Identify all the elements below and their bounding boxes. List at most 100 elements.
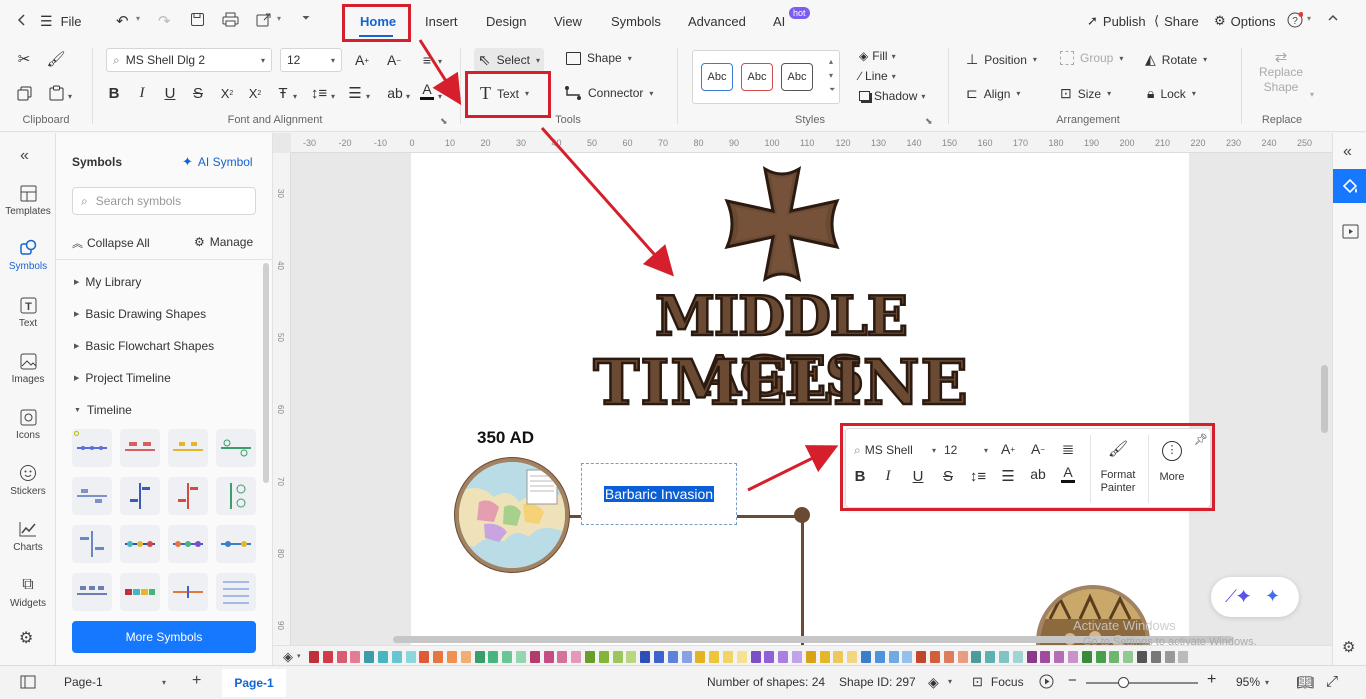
symbol-search-input[interactable]: ⌕ Search symbols [72, 187, 256, 215]
font-color-dropdown-icon[interactable]: ▾ [438, 92, 442, 101]
color-swatch[interactable] [447, 651, 457, 663]
shape-button[interactable]: Shape ▾ [566, 51, 632, 65]
line-spacing-icon[interactable]: ↕≡ [309, 83, 329, 103]
selected-text-box[interactable]: Barbaric Invasion [581, 463, 737, 525]
color-swatch[interactable] [805, 651, 816, 663]
color-swatch[interactable] [916, 651, 927, 663]
shadow-button[interactable]: Shadow ▾ [859, 89, 925, 103]
decrease-font-icon[interactable]: A − [384, 50, 404, 70]
color-swatch[interactable] [598, 651, 609, 663]
color-swatch[interactable] [1054, 651, 1065, 663]
rotate-button[interactable]: ◭ Rotate ▾ [1145, 51, 1207, 68]
bold-icon[interactable]: B [104, 83, 124, 103]
customize-quick-access-icon[interactable]: ⏷ [302, 13, 310, 24]
tab-symbols[interactable]: Symbols [611, 14, 661, 29]
lock-button[interactable]: 🔒︎ Lock ▾ [1147, 85, 1196, 102]
size-button[interactable]: ⊡ Size ▾ [1060, 85, 1111, 102]
panel-scrollbar[interactable] [263, 263, 269, 483]
year-label[interactable]: 350 AD [477, 428, 534, 448]
save-icon[interactable] [190, 12, 205, 27]
rail-widgets[interactable]: ⧉ Widgets [0, 575, 56, 609]
replace-shape-button[interactable]: ⇄ Replace Shape [1256, 50, 1306, 95]
font-color-icon[interactable]: A [417, 81, 437, 101]
share-button[interactable]: ⟨ Share [1154, 13, 1199, 29]
color-swatch[interactable] [350, 651, 361, 663]
increase-font-icon[interactable]: A + [352, 50, 372, 70]
collapse-panel-icon[interactable]: « [20, 147, 29, 165]
tab-advanced[interactable]: Advanced [688, 14, 746, 29]
color-swatch[interactable] [364, 651, 375, 663]
help-icon[interactable]: ? [1287, 12, 1303, 28]
timeline-shape-thumbnail[interactable] [120, 573, 160, 611]
library-basic-flowchart-shapes[interactable]: ▶ Basic Flowchart Shapes [74, 339, 214, 353]
color-swatch[interactable] [433, 651, 444, 663]
color-swatch[interactable] [474, 651, 485, 663]
page-tab[interactable]: Page-1 [222, 669, 286, 697]
color-swatch[interactable] [888, 651, 899, 663]
fill-dropdown-icon[interactable]: ▾ [297, 652, 301, 660]
color-swatch[interactable] [709, 651, 720, 663]
color-swatch[interactable] [557, 651, 568, 663]
rail-charts[interactable]: Charts [0, 519, 56, 553]
collapse-ribbon-icon[interactable] [1327, 12, 1339, 24]
tab-ai[interactable]: AI [773, 14, 785, 29]
color-swatch[interactable] [612, 651, 623, 663]
color-swatch[interactable] [654, 651, 664, 663]
redo-icon[interactable]: ↷ [158, 12, 171, 30]
vertical-scrollbar[interactable] [1321, 365, 1328, 433]
select-button[interactable]: ⇖ Select ▾ [474, 48, 544, 72]
manage-button[interactable]: ⚙ Manage [194, 235, 253, 249]
font-dialog-launcher-icon[interactable]: ⬊ [440, 116, 448, 127]
library-my-library[interactable]: ▶ My Library [74, 275, 141, 289]
paste-icon[interactable] [46, 83, 66, 103]
bullet-list-dropdown-icon[interactable]: ▾ [366, 92, 370, 101]
color-swatch[interactable] [488, 651, 499, 663]
color-swatch[interactable] [861, 651, 871, 663]
font-size-select[interactable]: 12 ▾ [280, 48, 342, 72]
underline-icon[interactable]: U [160, 83, 180, 103]
rail-templates[interactable]: Templates [0, 183, 56, 217]
undo-dropdown-icon[interactable]: ▾ [136, 14, 140, 23]
timeline-shape-thumbnail[interactable] [216, 573, 256, 611]
zoom-level-select[interactable]: 95% ▾ [1236, 675, 1269, 689]
replace-dropdown-icon[interactable]: ▾ [1310, 90, 1314, 99]
ai-symbol-button[interactable]: ✦ AI Symbol [182, 154, 253, 170]
styles-dialog-launcher-icon[interactable]: ⬊ [925, 116, 933, 127]
file-menu[interactable]: ☰ File [40, 13, 82, 30]
color-swatch[interactable] [943, 651, 954, 663]
timeline-shape-thumbnail[interactable] [72, 477, 112, 515]
timeline-shape-thumbnail[interactable] [72, 573, 112, 611]
zoom-out-icon[interactable]: − [1068, 672, 1077, 689]
timeline-shape-thumbnail[interactable] [168, 525, 208, 563]
options-button[interactable]: ⚙ Options [1214, 13, 1275, 29]
layers-icon[interactable]: ◈ [928, 674, 939, 691]
fill-button[interactable]: ◈ Fill ▾ [859, 49, 896, 63]
timeline-shape-thumbnail[interactable] [120, 525, 160, 563]
layers-dropdown-icon[interactable]: ▾ [948, 677, 952, 686]
position-button[interactable]: ⊥ Position ▾ [966, 51, 1037, 68]
color-swatch[interactable] [543, 651, 554, 663]
color-swatch[interactable] [833, 651, 844, 663]
play-icon[interactable] [1039, 674, 1054, 689]
color-swatch[interactable] [391, 651, 402, 663]
tab-design[interactable]: Design [486, 14, 526, 29]
color-swatch[interactable] [309, 651, 319, 663]
collapse-all-button[interactable]: ︽ Collapse All [72, 235, 150, 251]
color-swatch[interactable] [985, 651, 996, 663]
format-painter-icon[interactable]: 🖌 [46, 49, 66, 69]
color-swatch[interactable] [819, 651, 830, 663]
color-swatch[interactable] [764, 651, 775, 663]
color-swatch[interactable] [1109, 651, 1120, 663]
publish-button[interactable]: ➚ Publish [1087, 13, 1146, 29]
color-swatch[interactable] [336, 651, 347, 663]
export-icon[interactable] [256, 12, 272, 27]
zoom-in-icon[interactable]: + [1207, 671, 1216, 689]
library-project-timeline[interactable]: ▶ Project Timeline [74, 371, 171, 385]
timeline-shape-thumbnail[interactable] [120, 477, 160, 515]
color-swatch[interactable] [847, 651, 858, 663]
subscript-icon[interactable]: X2 [245, 83, 265, 103]
historical-map-image[interactable] [455, 458, 569, 572]
export-dropdown-icon[interactable]: ▾ [277, 14, 281, 23]
timeline-shape-thumbnail[interactable] [168, 573, 208, 611]
color-swatch[interactable] [1123, 651, 1134, 663]
